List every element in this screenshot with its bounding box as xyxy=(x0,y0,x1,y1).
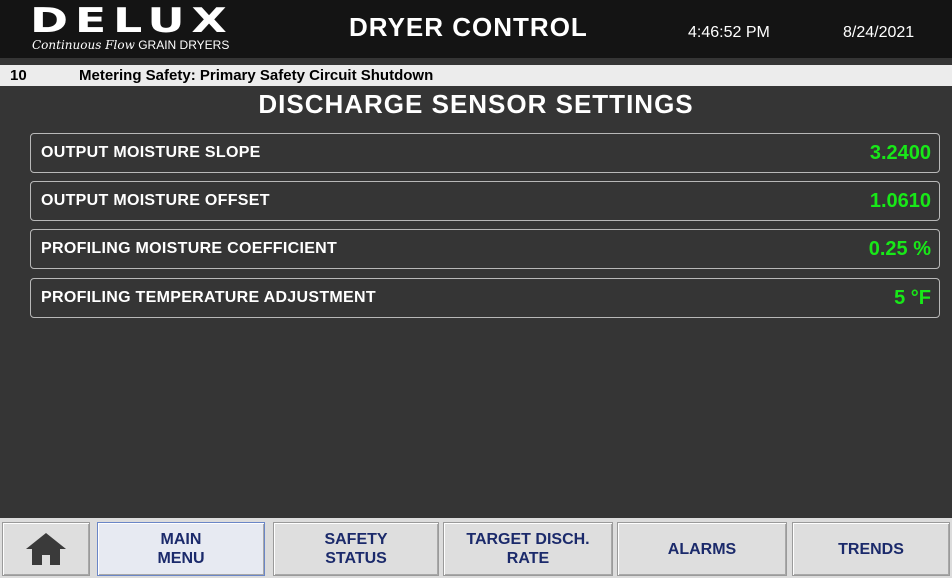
setting-value[interactable]: 0.25 % xyxy=(869,230,931,268)
trends-button[interactable]: TRENDS xyxy=(792,522,950,576)
trends-label: TRENDS xyxy=(838,540,904,558)
target-discharge-rate-button[interactable]: TARGET DISCH. RATE xyxy=(443,522,613,576)
logo-tagline: Continuous Flow GRAIN DRYERS xyxy=(32,38,229,52)
safety-status-button[interactable]: SAFETY STATUS xyxy=(273,522,439,576)
main-menu-label: MAIN MENU xyxy=(157,531,205,567)
setting-value[interactable]: 5 °F xyxy=(894,279,931,317)
setting-label: OUTPUT MOISTURE OFFSET xyxy=(41,192,270,209)
target-discharge-rate-label: TARGET DISCH. RATE xyxy=(466,531,590,567)
app-title: DRYER CONTROL xyxy=(349,12,588,42)
setting-row-output-moisture-slope[interactable]: OUTPUT MOISTURE SLOPE 3.2400 xyxy=(30,133,940,173)
delux-logo: DELUX Continuous Flow GRAIN DRYERS xyxy=(30,1,260,56)
setting-label: OUTPUT MOISTURE SLOPE xyxy=(41,144,261,161)
logo-tagline-caps: GRAIN DRYERS xyxy=(138,38,230,52)
safety-status-label: SAFETY STATUS xyxy=(324,531,388,567)
header-bar: DELUX Continuous Flow GRAIN DRYERS DRYER… xyxy=(0,0,952,58)
page-title: DISCHARGE SENSOR SETTINGS xyxy=(258,89,694,119)
setting-value[interactable]: 3.2400 xyxy=(870,134,931,172)
alarms-label: ALARMS xyxy=(667,540,737,558)
alarm-message: Metering Safety: Primary Safety Circuit … xyxy=(79,67,434,84)
clock: 4:46:52 PM xyxy=(688,24,770,41)
alarm-banner[interactable]: 10 Metering Safety: Primary Safety Circu… xyxy=(0,65,952,86)
setting-value[interactable]: 1.0610 xyxy=(870,182,931,220)
logo-tagline-script: Continuous Flow xyxy=(32,38,135,52)
setting-row-output-moisture-offset[interactable]: OUTPUT MOISTURE OFFSET 1.0610 xyxy=(30,181,940,221)
alarms-button[interactable]: ALARMS xyxy=(617,522,787,576)
bottom-nav: MAIN MENU SAFETY STATUS TARGET DISCH. RA… xyxy=(0,518,952,578)
setting-label: PROFILING MOISTURE COEFFICIENT xyxy=(41,240,338,257)
home-icon xyxy=(26,533,66,565)
main-menu-button[interactable]: MAIN MENU xyxy=(97,522,265,576)
setting-row-profiling-moisture-coefficient[interactable]: PROFILING MOISTURE COEFFICIENT 0.25 % xyxy=(30,229,940,269)
home-button[interactable] xyxy=(2,522,90,576)
logo-wordmark: DELUX xyxy=(30,1,234,41)
setting-row-profiling-temperature-adjustment[interactable]: PROFILING TEMPERATURE ADJUSTMENT 5 °F xyxy=(30,278,940,318)
alarm-code: 10 xyxy=(10,67,27,84)
setting-label: PROFILING TEMPERATURE ADJUSTMENT xyxy=(41,289,376,306)
date: 8/24/2021 xyxy=(843,24,915,41)
